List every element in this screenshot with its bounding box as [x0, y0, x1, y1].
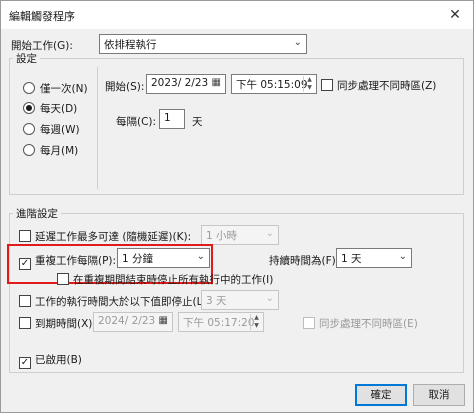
duration-value: 1 天: [341, 253, 362, 265]
chevron-down-icon: ⌄: [265, 228, 274, 239]
expire-date-value: 2024/ 2/23: [98, 315, 156, 327]
expire-checkbox[interactable]: 到期時間(X):: [19, 316, 96, 331]
repeat-box: ✓: [19, 258, 31, 270]
spinner-icon[interactable]: ▲ ▼: [250, 314, 262, 330]
repeat-value: 1 分鐘: [122, 253, 154, 265]
chevron-down-icon: ⌄: [398, 251, 407, 262]
start-label: 開始(S):: [105, 81, 145, 93]
radio-once-label: 僅一次(N): [40, 83, 88, 95]
expire-date-field[interactable]: 2024/ 2/23 ▦: [93, 312, 173, 332]
radio-monthly-indicator: [23, 144, 35, 156]
radio-once-indicator: [23, 82, 35, 94]
repeat-checkbox[interactable]: ✓ 重複工作每隔(P):: [19, 253, 116, 270]
delay-label: 延遲工作最多可達 (隨機延遲)(K):: [35, 231, 192, 243]
radio-weekly[interactable]: 每週(W): [23, 122, 80, 137]
close-icon[interactable]: ✕: [445, 5, 465, 25]
expire-label: 到期時間(X):: [35, 318, 96, 330]
advanced-group-label: 進階設定: [13, 206, 61, 221]
ok-button[interactable]: 確定: [355, 384, 407, 406]
radio-monthly-label: 每月(M): [40, 145, 79, 157]
radio-weekly-label: 每週(W): [40, 124, 80, 136]
sync-timezone-checkbox[interactable]: 同步處理不同時區(Z): [321, 78, 436, 93]
radio-daily[interactable]: 每天(D): [23, 101, 77, 116]
settings-group-label: 設定: [13, 51, 40, 66]
radio-daily-label: 每天(D): [40, 103, 78, 115]
expire-box: [19, 317, 31, 329]
stop-running-label: 在重複期間結束時停止所有執行中的工作(I): [73, 274, 274, 286]
chevron-down-icon: ⌄: [293, 37, 302, 48]
chevron-down-icon: ⌄: [265, 293, 274, 304]
delay-checkbox[interactable]: 延遲工作最多可達 (隨機延遲)(K):: [19, 229, 191, 244]
start-task-value: 依排程執行: [104, 39, 157, 51]
start-date-value: 2023/ 2/23: [151, 77, 209, 89]
stop-running-checkbox[interactable]: 在重複期間結束時停止所有執行中的工作(I): [57, 272, 273, 287]
edit-trigger-dialog: 編輯觸發程序 ✕ 開始工作(G): 依排程執行 ⌄ 設定 僅一次(N) 每天(D…: [0, 0, 474, 413]
stop-longer-box: [19, 295, 31, 307]
calendar-dropdown-icon[interactable]: ▦: [159, 315, 168, 326]
stop-longer-checkbox[interactable]: 工作的執行時間大於以下值即停止(L):: [19, 294, 210, 309]
start-task-select[interactable]: 依排程執行 ⌄: [99, 34, 307, 54]
expire-sync-box: [303, 317, 315, 329]
recur-unit: 天: [192, 116, 203, 128]
start-time-value: 下午 05:15:09: [236, 79, 308, 91]
stop-running-box: [57, 273, 69, 285]
delay-box: [19, 230, 31, 242]
delay-select[interactable]: 1 小時 ⌄: [201, 225, 279, 245]
radio-weekly-indicator: [23, 123, 35, 135]
expire-time-value: 下午 05:17:20: [183, 317, 255, 329]
spinner-icon[interactable]: ▲ ▼: [303, 76, 315, 92]
sync-timezone-label: 同步處理不同時區(Z): [337, 80, 437, 92]
expire-time-field[interactable]: 下午 05:17:20 ▲ ▼: [178, 312, 264, 332]
stop-longer-value: 3 天: [206, 295, 227, 307]
calendar-dropdown-icon[interactable]: ▦: [212, 77, 221, 88]
chevron-down-icon: ⌄: [196, 251, 205, 262]
radio-daily-indicator: [23, 102, 35, 114]
start-date-field[interactable]: 2023/ 2/23 ▦: [146, 74, 226, 94]
expire-sync-checkbox[interactable]: 同步處理不同時區(E): [303, 316, 418, 331]
radio-once[interactable]: 僅一次(N): [23, 81, 88, 96]
recur-value: 1: [164, 112, 171, 124]
enabled-label: 已啟用(B): [35, 354, 82, 366]
delay-value: 1 小時: [206, 230, 238, 242]
stop-longer-label: 工作的執行時間大於以下值即停止(L):: [35, 296, 211, 308]
recur-input[interactable]: 1: [159, 109, 185, 129]
expire-sync-label: 同步處理不同時區(E): [319, 318, 418, 330]
title-bar: 編輯觸發程序 ✕: [1, 1, 473, 29]
sync-timezone-box: [321, 79, 333, 91]
duration-label: 持續時間為(F):: [269, 255, 340, 267]
settings-divider: [97, 67, 98, 189]
dialog-title: 編輯觸發程序: [9, 10, 75, 23]
start-time-field[interactable]: 下午 05:15:09 ▲ ▼: [231, 74, 317, 94]
repeat-label: 重複工作每隔(P):: [35, 255, 117, 267]
radio-monthly[interactable]: 每月(M): [23, 143, 78, 158]
stop-longer-select[interactable]: 3 天 ⌄: [201, 290, 279, 310]
repeat-select[interactable]: 1 分鐘 ⌄: [117, 248, 210, 268]
enabled-checkbox[interactable]: ✓ 已啟用(B): [19, 352, 82, 369]
cancel-button[interactable]: 取消: [413, 384, 465, 406]
enabled-box: ✓: [19, 357, 31, 369]
recur-label: 每隔(C):: [116, 116, 157, 128]
duration-select[interactable]: 1 天 ⌄: [336, 248, 412, 268]
